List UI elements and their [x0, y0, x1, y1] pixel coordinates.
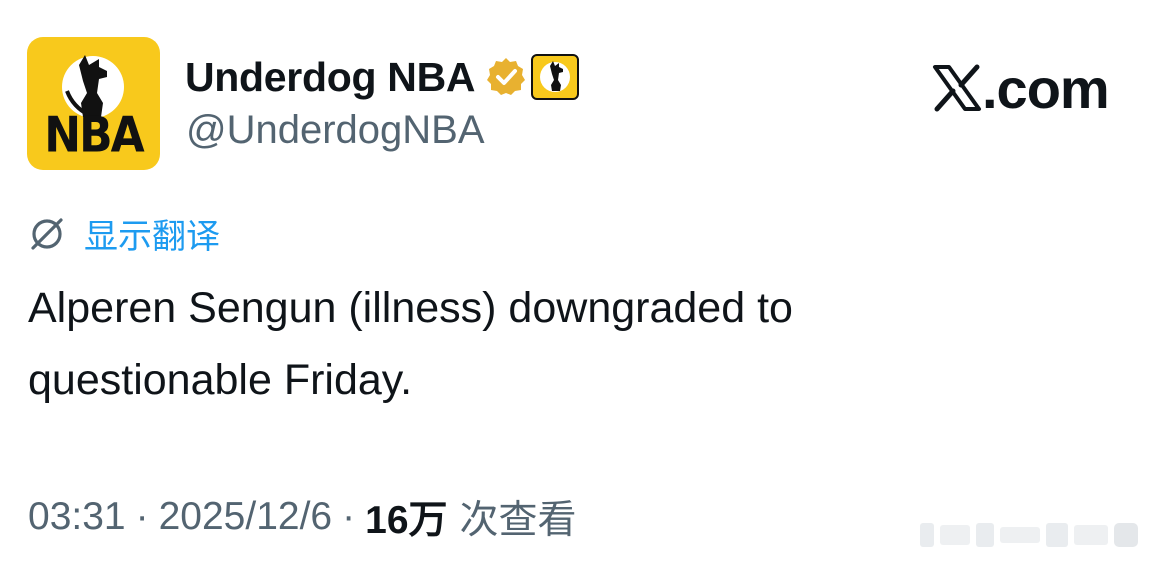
display-name[interactable]: Underdog NBA — [185, 54, 476, 101]
meta-separator: · — [342, 495, 356, 538]
site-domain-text: .com — [982, 56, 1110, 120]
site-logo: .com — [932, 56, 1110, 120]
tweet-text-line: questionable Friday. — [28, 356, 413, 404]
tweet-text: Alperen Sengun (illness) downgraded to q… — [28, 272, 1108, 416]
affiliate-badge-icon[interactable] — [531, 54, 580, 100]
avatar-nba-text: NBA — [44, 106, 144, 164]
watermark-image — [920, 523, 1138, 547]
tweet-text-line: Alperen Sengun (illness) downgraded to — [28, 284, 793, 332]
x-logo-icon — [933, 64, 981, 112]
tweet-date[interactable]: 2025/12/6 — [159, 495, 333, 539]
views-label: 次查看 — [459, 498, 577, 543]
user-handle[interactable]: @UnderdogNBA — [186, 108, 485, 153]
tweet-meta: 03:31 · 2025/12/6 · 16万 次查看 — [28, 490, 577, 544]
views-count[interactable]: 16万 — [365, 489, 447, 545]
show-translation-label[interactable]: 显示翻译 — [84, 209, 220, 258]
tweet-time[interactable]: 03:31 — [28, 495, 126, 539]
verified-badge-icon[interactable] — [485, 56, 527, 98]
profile-avatar[interactable]: NBA — [27, 37, 160, 170]
author-name-row: Underdog NBA — [185, 52, 580, 102]
globe-translate-icon — [31, 218, 63, 250]
show-translation-button[interactable]: 显示翻译 — [27, 209, 220, 258]
meta-separator: · — [135, 495, 149, 538]
